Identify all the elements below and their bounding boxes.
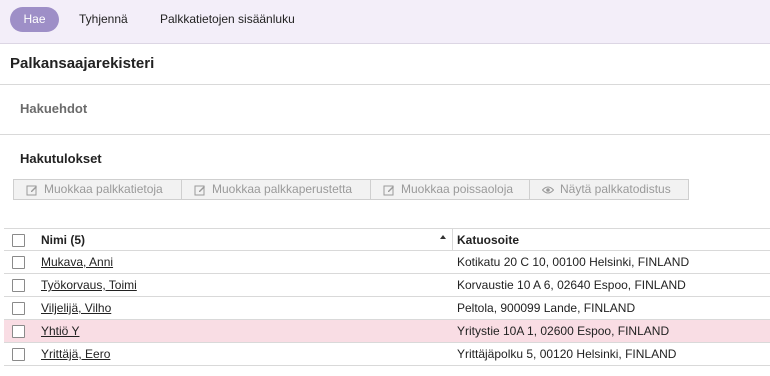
column-header-address[interactable]: Katuosoite <box>457 233 519 247</box>
edit-icon <box>383 185 394 195</box>
eye-icon <box>542 186 554 193</box>
row-checkbox[interactable] <box>12 348 25 361</box>
action-label: Näytä palkkatodistus <box>560 182 671 196</box>
results-table: Nimi (5) Katuosoite Mukava, Anni Kotikat… <box>4 228 770 366</box>
street-address: Yritystie 10A 1, 02600 Espoo, FINLAND <box>457 324 670 338</box>
employee-name-link[interactable]: Yhtiö Y <box>41 324 79 338</box>
row-checkbox[interactable] <box>12 279 25 292</box>
edit-salary-basis-button[interactable]: Muokkaa palkkaperustetta <box>181 180 370 199</box>
table-header-row: Nimi (5) Katuosoite <box>4 228 770 251</box>
table-row[interactable]: Työkorvaus, Toimi Korvaustie 10 A 6, 026… <box>4 274 770 297</box>
page-title: Palkansaajarekisteri <box>10 55 155 72</box>
select-all-checkbox[interactable] <box>12 234 25 247</box>
street-address: Korvaustie 10 A 6, 02640 Espoo, FINLAND <box>457 278 686 292</box>
table-row[interactable]: Viljelijä, Vilho Peltola, 900099 Lande, … <box>4 297 770 320</box>
top-toolbar: Hae Tyhjennä Palkkatietojen sisäänluku <box>0 0 770 44</box>
divider <box>0 84 770 85</box>
sort-ascending-icon[interactable] <box>440 235 446 239</box>
search-results-header: Hakutulokset <box>20 151 102 166</box>
import-salary-button[interactable]: Palkkatietojen sisäänluku <box>160 7 295 32</box>
street-address: Yrittäjäpolku 5, 00120 Helsinki, FINLAND <box>457 347 677 361</box>
table-row[interactable]: Yrittäjä, Eero Yrittäjäpolku 5, 00120 He… <box>4 343 770 366</box>
table-row-highlighted[interactable]: Yhtiö Y Yritystie 10A 1, 02600 Espoo, FI… <box>4 320 770 343</box>
divider <box>0 134 770 135</box>
action-bar: Muokkaa palkkatietoja Muokkaa palkkaperu… <box>13 179 689 200</box>
column-separator <box>452 229 453 251</box>
employee-name-link[interactable]: Viljelijä, Vilho <box>41 301 111 315</box>
row-checkbox[interactable] <box>12 325 25 338</box>
row-checkbox[interactable] <box>12 256 25 269</box>
edit-icon <box>194 185 205 195</box>
action-label: Muokkaa palkkaperustetta <box>212 182 353 196</box>
employee-name-link[interactable]: Mukava, Anni <box>41 255 113 269</box>
edit-icon <box>26 185 37 195</box>
column-header-name[interactable]: Nimi (5) <box>41 233 85 247</box>
action-label: Muokkaa poissaoloja <box>401 182 514 196</box>
clear-button[interactable]: Tyhjennä <box>79 7 128 32</box>
search-button[interactable]: Hae <box>10 7 59 32</box>
street-address: Peltola, 900099 Lande, FINLAND <box>457 301 636 315</box>
edit-salary-info-button[interactable]: Muokkaa palkkatietoja <box>14 180 181 199</box>
edit-absences-button[interactable]: Muokkaa poissaoloja <box>370 180 529 199</box>
row-checkbox[interactable] <box>12 302 25 315</box>
table-row[interactable]: Mukava, Anni Kotikatu 20 C 10, 00100 Hel… <box>4 251 770 274</box>
search-criteria-header[interactable]: Hakuehdot <box>20 101 87 116</box>
employee-name-link[interactable]: Työkorvaus, Toimi <box>41 278 137 292</box>
action-label: Muokkaa palkkatietoja <box>44 182 163 196</box>
street-address: Kotikatu 20 C 10, 00100 Helsinki, FINLAN… <box>457 255 690 269</box>
employee-name-link[interactable]: Yrittäjä, Eero <box>41 347 110 361</box>
show-pay-certificate-button[interactable]: Näytä palkkatodistus <box>529 180 688 199</box>
